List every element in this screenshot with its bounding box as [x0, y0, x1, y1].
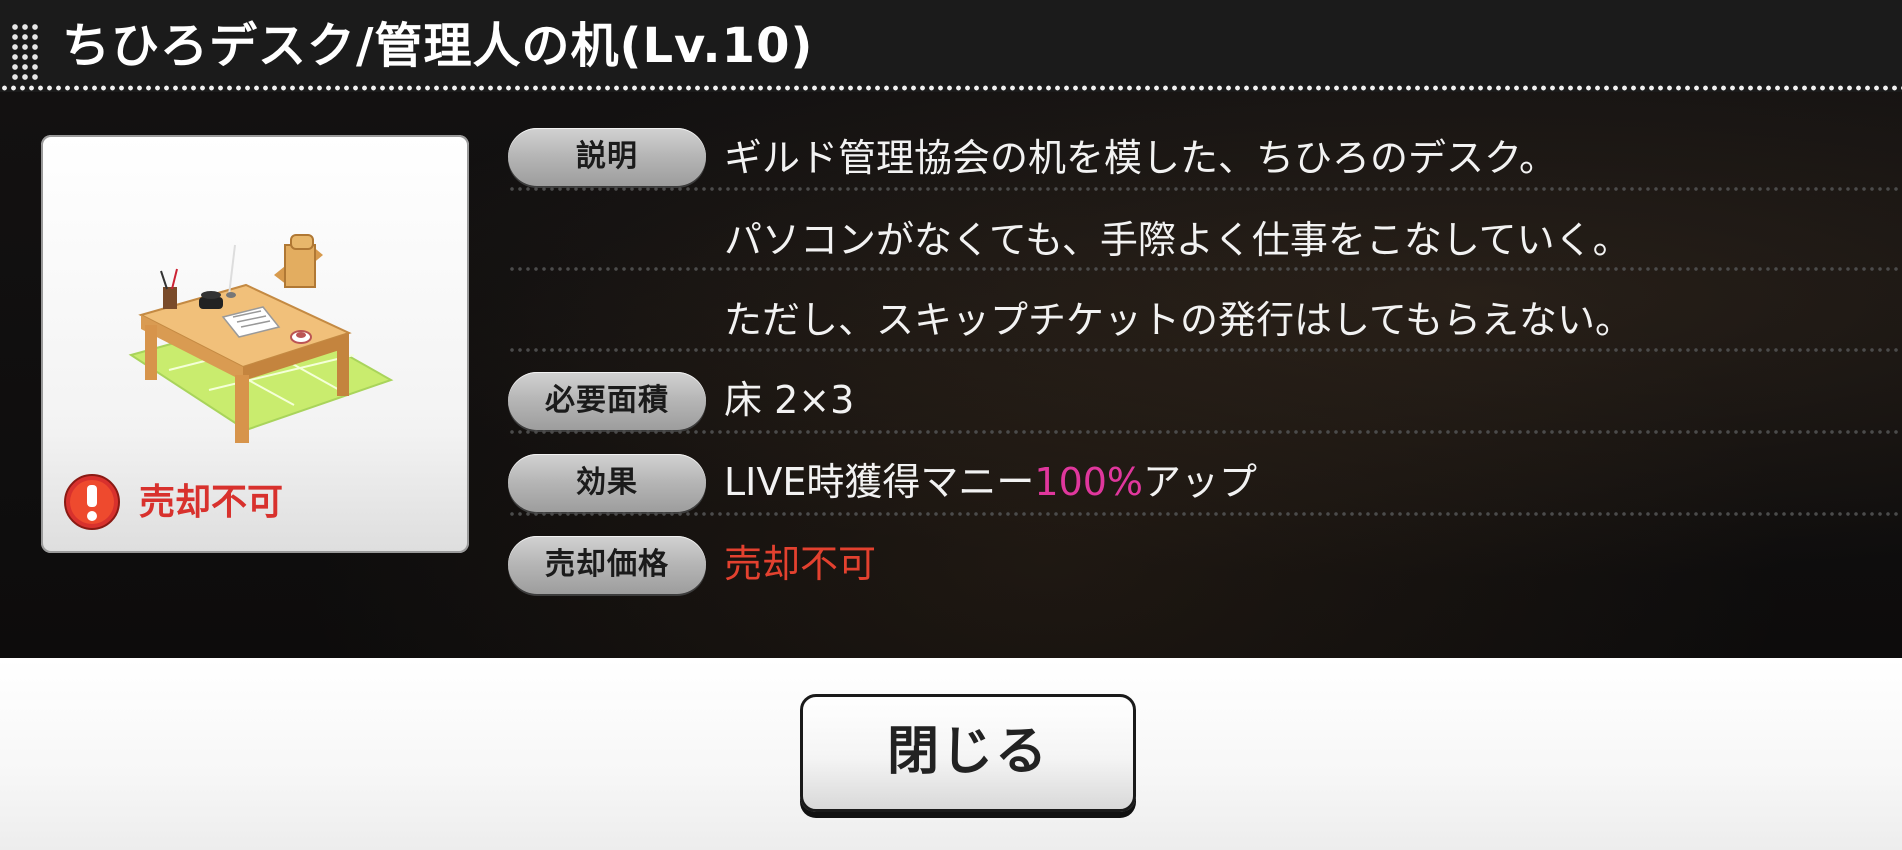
- price-label-pill: 売却価格: [508, 536, 706, 594]
- title-bar: ちひろデスク/管理人の机(Lv.10): [0, 0, 1902, 92]
- item-detail-panel: ちひろデスク/管理人の机(Lv.10) 売却不可 説明 ギルド管理協会の机を模し…: [0, 0, 1902, 658]
- area-value: 床 2×3: [724, 378, 855, 422]
- price-value: 売却不可: [724, 542, 877, 586]
- item-card: 売却不可: [41, 135, 469, 553]
- title-dots-icon: [10, 22, 40, 82]
- page-title: ちひろデスク/管理人の机(Lv.10): [62, 18, 814, 74]
- close-button[interactable]: 閉じる: [800, 694, 1136, 812]
- effect-label-pill: 効果: [508, 454, 706, 512]
- area-label-pill: 必要面積: [508, 372, 706, 430]
- effect-highlight: 100%: [1034, 460, 1144, 504]
- description-line-1: ギルド管理協会の机を模した、ちひろのデスク。: [724, 136, 1557, 180]
- description-label-pill: 説明: [508, 128, 706, 186]
- unsellable-status-label: 売却不可: [139, 482, 284, 523]
- exclamation-icon: [64, 474, 120, 530]
- desk-furniture-image: [128, 234, 394, 443]
- row-divider: [508, 430, 1902, 434]
- description-line-3: ただし、スキップチケットの発行はしてもらえない。: [724, 298, 1633, 342]
- row-divider: [508, 512, 1902, 516]
- row-divider: [508, 348, 1902, 352]
- title-divider: [0, 84, 1902, 92]
- row-divider: [508, 187, 1902, 191]
- description-line-2: パソコンがなくても、手際よく仕事をこなしていく。: [724, 218, 1631, 262]
- effect-suffix: アップ: [1143, 460, 1258, 504]
- row-divider: [508, 267, 1902, 271]
- effect-prefix: LIVE時獲得マニー: [724, 460, 1035, 504]
- effect-value: LIVE時獲得マニー100%アップ: [724, 452, 1257, 512]
